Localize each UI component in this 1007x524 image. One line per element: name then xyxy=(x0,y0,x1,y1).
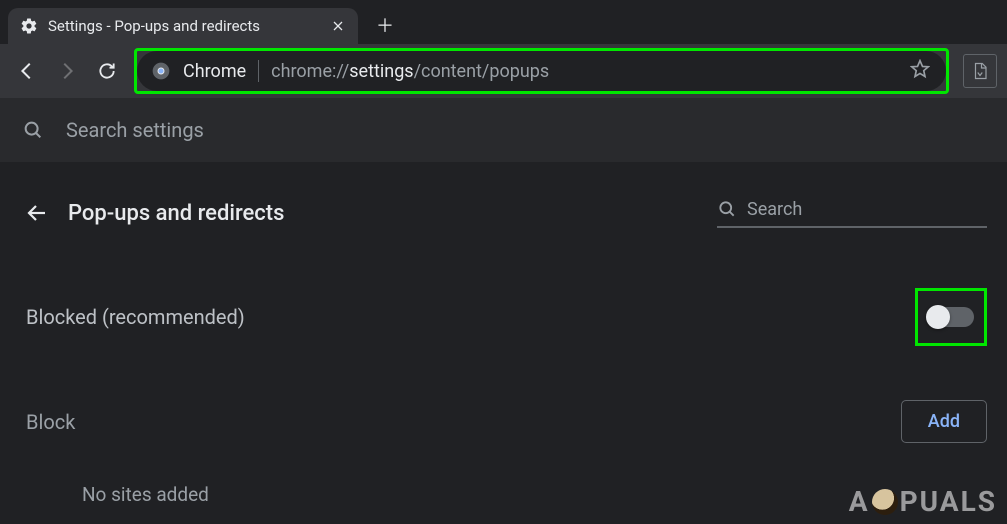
browser-toolbar: Chrome chrome://settings/content/popups xyxy=(0,44,1007,98)
block-section-label: Block xyxy=(26,410,901,434)
block-section-header: Block Add xyxy=(20,400,987,443)
back-button[interactable] xyxy=(10,54,44,88)
watermark-logo-icon xyxy=(872,489,898,515)
blocked-label: Blocked (recommended) xyxy=(26,305,915,329)
pdf-extension-icon[interactable] xyxy=(963,54,997,88)
settings-search-input[interactable] xyxy=(66,118,985,142)
forward-button[interactable] xyxy=(50,54,84,88)
browser-tab[interactable]: Settings - Pop-ups and redirects xyxy=(8,8,358,44)
gear-icon xyxy=(20,17,38,35)
page-search[interactable]: Search xyxy=(717,199,987,228)
blocked-toggle[interactable] xyxy=(928,307,974,327)
page-back-button[interactable] xyxy=(20,196,54,230)
toggle-highlight xyxy=(915,288,987,346)
add-button[interactable]: Add xyxy=(901,400,987,443)
bookmark-star-icon[interactable] xyxy=(910,59,930,84)
watermark: APUALS xyxy=(849,485,997,518)
chrome-icon xyxy=(151,61,171,81)
omnibox-url: chrome://settings/content/popups xyxy=(271,61,549,82)
omnibox-separator xyxy=(258,60,259,82)
omnibox[interactable]: Chrome chrome://settings/content/popups xyxy=(137,51,946,91)
new-tab-button[interactable]: ＋ xyxy=(370,10,400,40)
tab-title: Settings - Pop-ups and redirects xyxy=(48,17,320,35)
settings-content: Pop-ups and redirects Search Blocked (re… xyxy=(0,162,1007,506)
omnibox-brand: Chrome xyxy=(183,61,246,82)
settings-search-bar xyxy=(0,98,1007,162)
page-title: Pop-ups and redirects xyxy=(68,201,717,226)
blocked-row: Blocked (recommended) xyxy=(20,288,987,346)
toggle-knob xyxy=(926,305,950,329)
close-icon[interactable] xyxy=(330,18,346,34)
page-search-label: Search xyxy=(747,199,802,220)
search-icon xyxy=(22,119,44,141)
page-header: Pop-ups and redirects Search xyxy=(20,196,987,230)
search-icon xyxy=(717,199,737,219)
tab-strip: Settings - Pop-ups and redirects ＋ xyxy=(0,0,1007,44)
omnibox-highlight: Chrome chrome://settings/content/popups xyxy=(134,48,949,94)
reload-button[interactable] xyxy=(90,54,124,88)
